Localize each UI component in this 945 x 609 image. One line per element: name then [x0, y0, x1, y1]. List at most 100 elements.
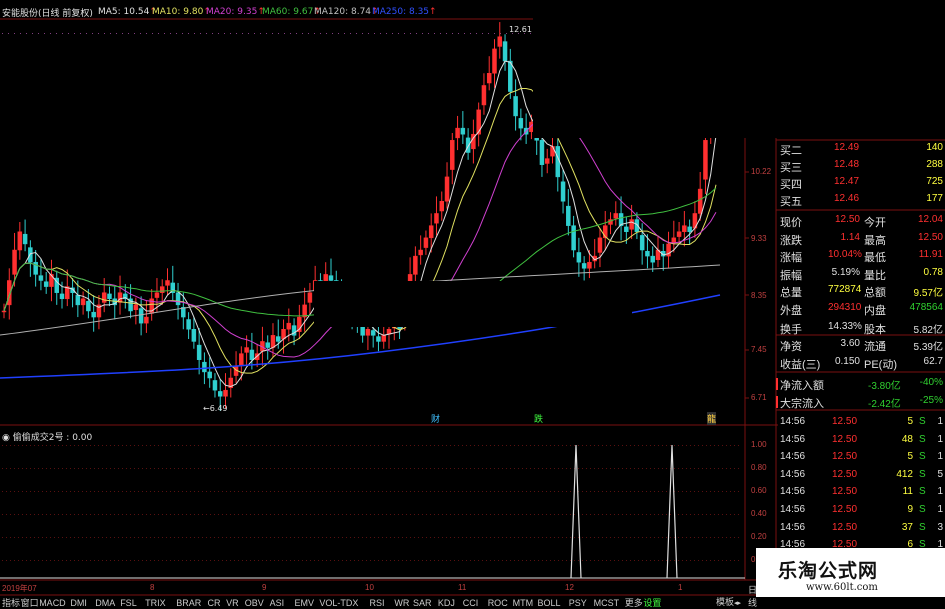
ma-up-arrow-icon: ↑ — [429, 7, 437, 17]
tab-1[interactable]: 窗口 — [21, 597, 39, 609]
tab-2[interactable]: MACD — [39, 597, 66, 609]
stat-row: 现价 12.50 今开 12.04 — [778, 212, 945, 229]
bid-volume: 140 — [926, 142, 943, 153]
ma-item-0: MA5: 10.54↑ — [98, 7, 157, 17]
stat-row: 总量 772874 总额 9.57亿 — [778, 282, 945, 299]
tab-12[interactable]: EMV — [295, 597, 315, 609]
indicator-tick: 0.60 — [751, 486, 767, 495]
tab-3[interactable]: DMI — [70, 597, 87, 609]
trade-time: 14:56 — [780, 521, 806, 533]
bid-row[interactable]: 买四 12.47 725 — [778, 174, 945, 191]
tab-4[interactable]: DMA — [95, 597, 115, 609]
candle — [413, 246, 418, 287]
side-tab-line[interactable]: 线 — [748, 596, 757, 609]
tab-19[interactable]: ROC — [488, 597, 508, 609]
stat-label: 换手 — [780, 323, 802, 336]
candle — [43, 271, 49, 294]
trade-time: 14:56 — [780, 416, 806, 427]
tab-9[interactable]: VR — [226, 597, 239, 609]
time-tick: 9 — [262, 583, 267, 592]
stat-value: 5.39亿 — [913, 342, 943, 353]
indicator-tick: 0.40 — [751, 509, 767, 518]
tab-20[interactable]: MTM — [513, 597, 534, 609]
price-tick: 8.35 — [751, 291, 767, 300]
indicator-gear-icon[interactable]: ◉ — [2, 433, 13, 443]
trade-volume: 5 — [907, 451, 913, 463]
tab-21[interactable]: BOLL — [538, 597, 561, 609]
overlay-block — [314, 281, 632, 327]
candle — [544, 148, 550, 174]
tab-14[interactable]: RSI — [370, 597, 385, 609]
tab-23[interactable]: MCST — [594, 597, 620, 609]
candle — [608, 212, 613, 235]
trade-direction: S — [919, 504, 926, 515]
stat-label: 收益(三) — [780, 358, 821, 371]
stat-label: 涨幅 — [780, 252, 802, 264]
bid-price: 12.49 — [834, 142, 860, 153]
bid-label: 买三 — [780, 162, 802, 174]
bid-row[interactable]: 买五 12.46 177 — [778, 191, 945, 208]
tab-24[interactable]: 更多 — [625, 597, 643, 609]
candle — [661, 243, 666, 271]
tab-0[interactable]: 指标 — [2, 597, 20, 609]
stat-value: 9.57亿 — [913, 288, 943, 299]
candle — [265, 335, 270, 360]
tab-25[interactable]: 设置 — [643, 597, 661, 609]
tab-13[interactable]: VOL-TDX — [319, 597, 358, 609]
tab-6[interactable]: TRIX — [145, 597, 166, 609]
trade-row: 14:56 12.50 9 S 1 — [778, 502, 945, 519]
stat-label: 今开 — [864, 217, 886, 229]
bid-price: 12.46 — [834, 193, 860, 204]
tab-15[interactable]: WR — [394, 597, 409, 609]
trade-volume: 412 — [896, 468, 913, 480]
candle — [471, 119, 476, 164]
flow-row: 净流入额 -3.80亿 -40% — [778, 375, 945, 392]
tab-10[interactable]: OBV — [245, 597, 264, 609]
candle — [307, 282, 313, 315]
tab-18[interactable]: CCI — [463, 597, 479, 609]
stat-label: 振幅 — [780, 269, 802, 282]
stat-label: 涨跌 — [780, 234, 802, 247]
ma-value: MA120: 8.74 — [314, 7, 372, 17]
event-marker-finance[interactable]: 财 — [431, 412, 440, 425]
candle — [17, 221, 23, 260]
ma-item-4: MA120: 8.74↑ — [314, 7, 379, 17]
candle — [502, 34, 508, 71]
stat-row: 净资 3.60 流通 5.39亿 — [778, 336, 945, 353]
candle — [476, 102, 481, 147]
tab-8[interactable]: CR — [208, 597, 221, 609]
ma-item-2: MA20: 9.35↑ — [206, 7, 265, 17]
candle — [233, 351, 239, 383]
candle — [376, 324, 381, 352]
candle — [302, 287, 307, 332]
stat-value: 12.50 — [917, 231, 943, 243]
event-marker-dragon[interactable]: 龍 — [707, 412, 717, 425]
tab-22[interactable]: PSY — [569, 597, 587, 609]
template-tab[interactable]: 模板◂▸ — [716, 597, 741, 609]
tab-7[interactable]: BRAR — [176, 597, 201, 609]
candle — [703, 130, 708, 194]
candle — [212, 373, 218, 398]
tab-11[interactable]: ASI — [270, 597, 285, 609]
stat-label: 外盘 — [780, 304, 802, 317]
candle — [455, 115, 460, 151]
bid-row[interactable]: 买三 12.48 288 — [778, 157, 945, 174]
flow-pct: -40% — [919, 377, 943, 388]
candle — [101, 278, 107, 313]
trade-count: 1 — [937, 486, 943, 498]
stat-label: 最低 — [864, 252, 886, 264]
stat-label: 总量 — [780, 287, 802, 299]
event-marker-drop[interactable]: 跌 — [534, 412, 543, 425]
candle — [497, 22, 503, 59]
trade-direction: S — [919, 451, 926, 463]
candle — [80, 291, 86, 315]
tab-16[interactable]: SAR — [413, 597, 432, 609]
candle — [592, 239, 597, 269]
candle — [597, 228, 603, 268]
tab-17[interactable]: KDJ — [438, 597, 455, 609]
price-tick: 9.33 — [751, 234, 767, 243]
bid-row[interactable]: 买二 12.49 140 — [778, 140, 945, 157]
trade-row: 14:56 12.50 5 S 1 — [778, 449, 945, 466]
ma-item-1: MA10: 9.80↑ — [152, 7, 211, 17]
tab-5[interactable]: FSL — [120, 597, 137, 609]
